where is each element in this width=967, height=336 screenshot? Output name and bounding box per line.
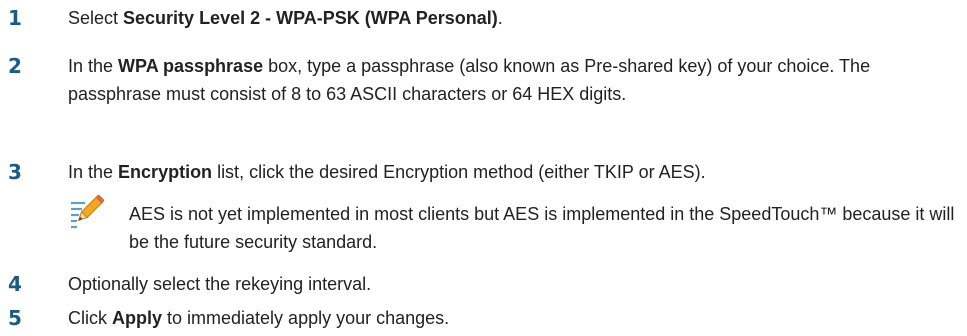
step-text: In the WPA passphrase box, type a passph… bbox=[68, 56, 871, 104]
step-number: 3 bbox=[8, 160, 22, 184]
step-number: 5 bbox=[8, 306, 22, 330]
ui-term: Encryption bbox=[118, 162, 213, 182]
note-pencil-icon bbox=[71, 195, 104, 229]
ui-term: WPA passphrase bbox=[118, 56, 264, 76]
step-text: In the Encryption list, click the desire… bbox=[68, 162, 706, 182]
step-text: Select Security Level 2 - WPA-PSK (WPA P… bbox=[68, 8, 503, 28]
step-number: 2 bbox=[8, 54, 22, 78]
step-text: Click Apply to immediately apply your ch… bbox=[68, 308, 450, 328]
note-text: AES is not yet implemented in most clien… bbox=[129, 204, 955, 252]
ui-term: Security Level 2 - WPA-PSK (WPA Personal… bbox=[123, 8, 498, 28]
instruction-document: 1 Select Security Level 2 - WPA-PSK (WPA… bbox=[0, 0, 967, 336]
step-text: Optionally select the rekeying interval. bbox=[68, 274, 372, 294]
step-number: 4 bbox=[8, 272, 22, 296]
step-number: 1 bbox=[8, 6, 22, 30]
ui-term: Apply bbox=[112, 308, 163, 328]
